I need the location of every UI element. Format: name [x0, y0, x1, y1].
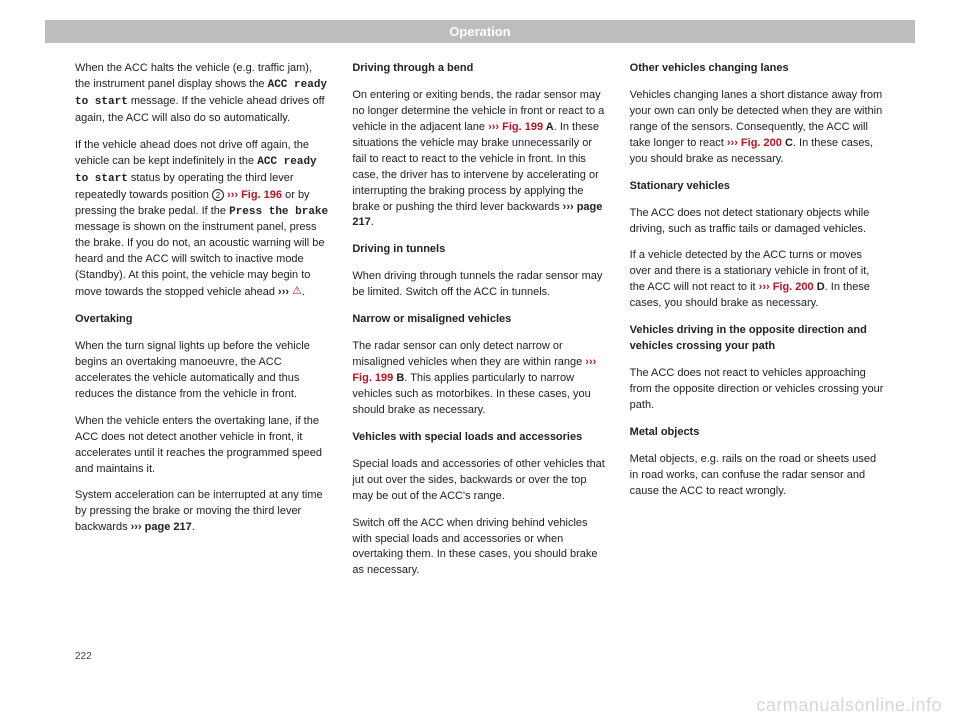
paragraph: The ACC does not react to vehicles appro… [630, 366, 885, 414]
paragraph: System acceleration can be interrupted a… [75, 488, 330, 536]
text: System acceleration can be interrupted a… [75, 489, 323, 533]
subheading: Metal objects [630, 425, 885, 441]
text: . In these situations the vehicle may br… [352, 121, 599, 213]
paragraph: When the turn signal lights up before th… [75, 339, 330, 403]
subheading: Narrow or misaligned vehicles [352, 312, 607, 328]
text: . [302, 286, 305, 298]
figure-reference: ››› Fig. 200 [759, 281, 814, 293]
paragraph: The radar sensor can only detect narrow … [352, 339, 607, 419]
figure-letter: C [782, 137, 793, 149]
figure-reference: ››› Fig. 199 [488, 121, 543, 133]
page-number: 222 [75, 651, 92, 662]
text: The radar sensor can only detect narrow … [352, 340, 585, 368]
watermark: carmanualsonline.info [756, 695, 942, 716]
manual-page: Operation When the ACC halts the vehicle… [45, 20, 915, 660]
paragraph: If the vehicle ahead does not drive off … [75, 138, 330, 301]
text: . [192, 521, 195, 533]
figure-letter: B [393, 372, 404, 384]
cross-ref: ››› [278, 286, 289, 298]
page-reference: ››› page 217 [131, 521, 192, 533]
paragraph: Metal objects, e.g. rails on the road or… [630, 452, 885, 500]
column-2: Driving through a bend On entering or ex… [352, 61, 607, 590]
subheading: Vehicles driving in the opposite directi… [630, 323, 885, 355]
paragraph: When the ACC halts the vehicle (e.g. tra… [75, 61, 330, 127]
paragraph: On entering or exiting bends, the radar … [352, 88, 607, 231]
content-columns: When the ACC halts the vehicle (e.g. tra… [45, 61, 915, 590]
subheading: Other vehicles changing lanes [630, 61, 885, 77]
figure-letter: D [814, 281, 825, 293]
warning-triangle-icon: ⚠ [292, 284, 302, 300]
figure-reference: ››› Fig. 196 [227, 189, 282, 201]
paragraph: When the vehicle enters the overtaking l… [75, 414, 330, 478]
subheading: Stationary vehicles [630, 179, 885, 195]
subheading: Vehicles with special loads and accessor… [352, 430, 607, 446]
column-1: When the ACC halts the vehicle (e.g. tra… [75, 61, 330, 590]
subheading: Driving through a bend [352, 61, 607, 77]
paragraph: When driving through tunnels the radar s… [352, 269, 607, 301]
paragraph: Switch off the ACC when driving behind v… [352, 516, 607, 580]
subheading: Driving in tunnels [352, 242, 607, 258]
figure-reference: ››› Fig. 200 [727, 137, 782, 149]
paragraph: The ACC does not detect stationary objec… [630, 206, 885, 238]
position-circle-icon: 2 [212, 189, 224, 201]
display-message: Press the brake [229, 206, 328, 218]
page-header: Operation [45, 20, 915, 43]
figure-letter: A [543, 121, 554, 133]
text: . [371, 216, 374, 228]
paragraph: Vehicles changing lanes a short distance… [630, 88, 885, 168]
paragraph: If a vehicle detected by the ACC turns o… [630, 248, 885, 312]
column-3: Other vehicles changing lanes Vehicles c… [630, 61, 885, 590]
paragraph: Special loads and accessories of other v… [352, 457, 607, 505]
subheading: Overtaking [75, 312, 330, 328]
